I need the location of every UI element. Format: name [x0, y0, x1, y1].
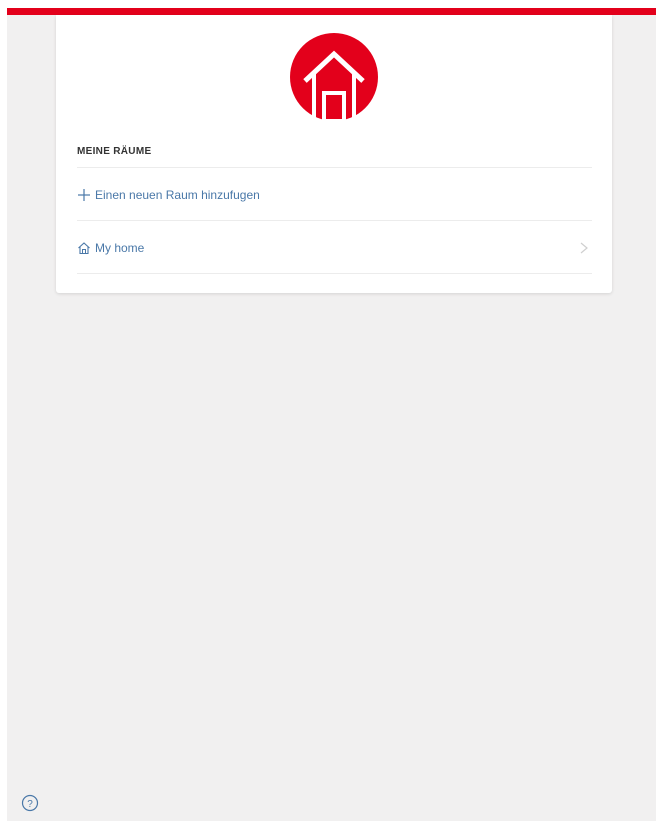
section-title: MEINE RÄUME — [77, 146, 152, 157]
brand-top-bar — [7, 8, 656, 15]
divider — [77, 273, 592, 274]
divider — [77, 220, 592, 221]
help-circle-icon[interactable]: ? — [21, 794, 39, 812]
house-outline-icon — [78, 242, 90, 255]
room-name: My home — [95, 241, 145, 255]
svg-text:?: ? — [27, 799, 33, 810]
chevron-right-icon — [580, 242, 588, 254]
divider — [77, 167, 592, 168]
house-logo-icon — [290, 33, 378, 121]
add-room-label: Einen neuen Raum hinzufugen — [95, 188, 260, 202]
add-room-link[interactable]: Einen neuen Raum hinzufugen — [77, 183, 592, 207]
plus-icon — [78, 189, 90, 201]
room-item-my-home[interactable]: My home — [77, 236, 592, 260]
rooms-card: MEINE RÄUME Einen neuen Raum hinzufugen … — [56, 15, 612, 293]
